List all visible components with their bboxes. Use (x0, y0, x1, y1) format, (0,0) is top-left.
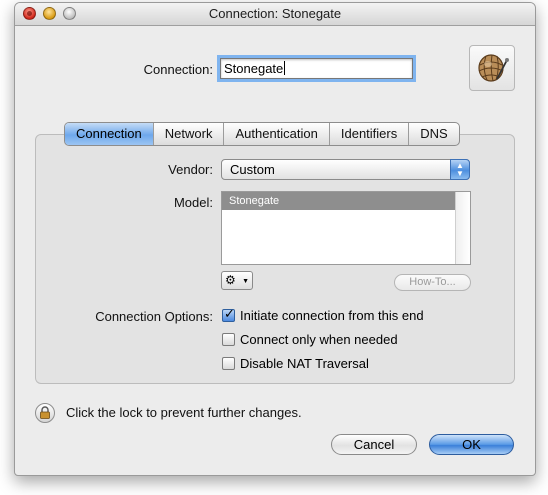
dialog-window: Connection: Stonegate Connection: Stoneg… (14, 2, 536, 476)
tab-bar: Connection Network Authentication Identi… (64, 122, 460, 146)
window-title: Connection: Stonegate (208, 6, 342, 21)
model-list-scrollbar[interactable] (455, 192, 470, 264)
connection-name-field[interactable]: Stonegate (220, 58, 413, 79)
initiate-connection-option[interactable]: ✓ Initiate connection from this end (222, 306, 424, 324)
gear-icon: ⚙ (225, 273, 236, 287)
list-item[interactable]: Stonegate (222, 192, 461, 210)
action-menu-button[interactable]: ⚙ ▼ (221, 271, 253, 290)
how-to-button[interactable]: How-To... (394, 274, 471, 291)
chevron-down-icon: ▼ (242, 278, 249, 285)
lock-button[interactable] (35, 403, 55, 423)
tab-connection[interactable]: Connection (65, 123, 153, 145)
text-caret (284, 61, 286, 75)
connection-name-label: Connection: (143, 62, 213, 77)
tab-identifiers[interactable]: Identifiers (328, 123, 408, 145)
connection-name-value: Stonegate (224, 61, 284, 76)
ok-button[interactable]: OK (429, 434, 514, 455)
cancel-button[interactable]: Cancel (331, 434, 417, 455)
checkmark-icon: ✓ (224, 305, 235, 321)
vendor-label: Vendor: (168, 162, 213, 177)
tab-authentication[interactable]: Authentication (223, 123, 328, 145)
model-label: Model: (173, 195, 213, 210)
connection-options-label: Connection Options: (95, 309, 213, 324)
disable-nat-label: Disable NAT Traversal (240, 355, 369, 371)
model-list[interactable]: Stonegate (221, 191, 471, 265)
tab-network[interactable]: Network (152, 123, 224, 145)
vendor-selected-value: Custom (230, 162, 275, 177)
initiate-connection-label: Initiate connection from this end (240, 307, 424, 323)
lock-icon (40, 406, 50, 419)
title-bar: Connection: Stonegate (15, 3, 535, 26)
disable-nat-checkbox[interactable] (222, 356, 235, 370)
connect-when-needed-option[interactable]: Connect only when needed (222, 330, 398, 348)
popup-arrows-icon: ▲ ▼ (450, 159, 470, 180)
connect-when-needed-checkbox[interactable] (222, 332, 235, 346)
initiate-connection-checkbox[interactable]: ✓ (222, 305, 235, 322)
connect-when-needed-label: Connect only when needed (240, 331, 398, 347)
lock-status-text: Click the lock to prevent further change… (66, 405, 302, 420)
vendor-popup[interactable]: Custom ▲ ▼ (221, 159, 470, 180)
tab-dns[interactable]: DNS (408, 123, 458, 145)
disable-nat-option[interactable]: Disable NAT Traversal (222, 354, 369, 372)
connection-icon-well[interactable] (469, 45, 515, 91)
network-globe-icon (478, 54, 509, 82)
